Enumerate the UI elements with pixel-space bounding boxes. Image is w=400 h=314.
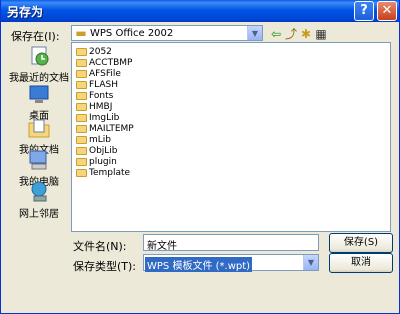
cancel-button[interactable]: 取消: [329, 253, 393, 273]
folder-icon: [76, 146, 87, 155]
save-in-value: WPS Office 2002: [90, 28, 174, 39]
folder-icon: [76, 69, 87, 78]
my-documents-icon: [28, 119, 50, 138]
title-bar[interactable]: 另存为 ? ✕: [1, 0, 399, 22]
folder-icon: [76, 102, 87, 111]
recent-documents-icon: [31, 46, 49, 66]
list-item[interactable]: HMBJ: [76, 102, 112, 113]
save-as-dialog: 另存为 ? ✕ 保存在(I): ▬ WPS Office 2002 ▼ ⇦ ⤴ …: [0, 0, 400, 314]
list-item[interactable]: Template: [76, 168, 130, 179]
new-folder-icon[interactable]: ✱: [299, 27, 313, 41]
save-in-combo[interactable]: ▬ WPS Office 2002 ▼: [71, 25, 263, 41]
folder-icon: ▬: [75, 26, 87, 40]
filetype-label: 保存类型(T):: [73, 260, 137, 273]
help-button[interactable]: ?: [354, 1, 374, 21]
folder-icon: [76, 135, 87, 144]
my-computer-icon: [29, 150, 47, 170]
list-item[interactable]: plugin: [76, 157, 117, 168]
folder-icon: [76, 91, 87, 100]
up-folder-icon[interactable]: ⤴: [284, 27, 298, 41]
network-places-icon: [31, 181, 47, 202]
folder-icon: [76, 124, 87, 133]
place-recent[interactable]: 我最近的文档: [9, 44, 69, 84]
list-item[interactable]: ImgLib: [76, 113, 119, 124]
filetype-select[interactable]: WPS 模板文件 (*.wpt) ▼: [143, 254, 319, 272]
folder-icon: [76, 157, 87, 166]
views-menu-icon[interactable]: ▦: [314, 27, 328, 41]
window-title: 另存为: [7, 5, 44, 19]
folder-icon: [76, 80, 87, 89]
place-label: 网上邻居: [19, 209, 59, 220]
folder-icon: [76, 113, 87, 122]
back-icon[interactable]: ⇦: [269, 27, 283, 41]
filename-label: 文件名(N):: [73, 240, 127, 253]
save-button[interactable]: 保存(S): [329, 233, 393, 253]
filename-value: 新文件: [147, 241, 177, 252]
folder-icon: [76, 168, 87, 177]
list-item[interactable]: 2052: [76, 47, 112, 58]
list-item[interactable]: AFSFile: [76, 69, 121, 80]
list-item[interactable]: MAILTEMP: [76, 124, 134, 135]
list-item[interactable]: FLASH: [76, 80, 118, 91]
list-item[interactable]: ACCTBMP: [76, 58, 132, 69]
folder-icon: [76, 58, 87, 67]
list-item[interactable]: ObjLib: [76, 146, 118, 157]
places-bar: 我最近的文档 桌面 我的文档 我的电脑: [9, 42, 69, 292]
desktop-icon: [29, 85, 49, 103]
filename-field[interactable]: 新文件: [143, 234, 319, 252]
chevron-down-icon[interactable]: ▼: [303, 255, 318, 270]
file-list[interactable]: 2052 ACCTBMP AFSFile FLASH Fonts HMBJ Im…: [71, 42, 391, 232]
list-item[interactable]: Fonts: [76, 91, 113, 102]
filetype-value: WPS 模板文件 (*.wpt): [145, 257, 253, 272]
folder-icon: [76, 47, 87, 56]
place-network[interactable]: 网上邻居: [9, 180, 69, 220]
close-button[interactable]: ✕: [377, 1, 397, 21]
chevron-down-icon[interactable]: ▼: [247, 26, 262, 40]
list-item[interactable]: mLib: [76, 135, 111, 146]
